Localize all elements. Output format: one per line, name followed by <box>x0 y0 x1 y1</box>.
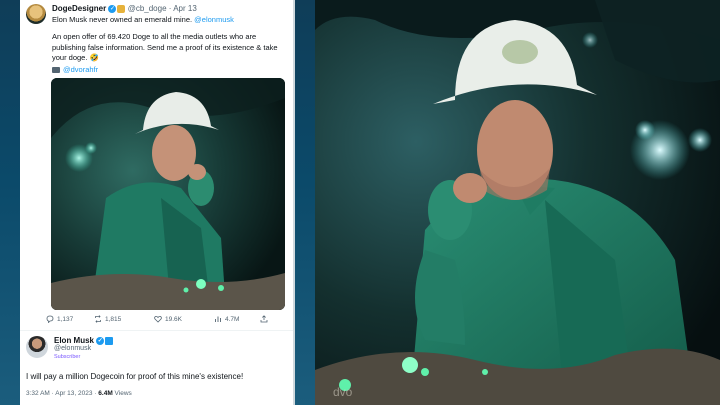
tweet-actions: 1,137 1,815 19.6K 4.7M <box>46 315 284 325</box>
tweet-text: I will pay a million Dogecoin for proof … <box>26 372 244 381</box>
headline-text: Elon Musk never owned an emerald mine. <box>52 15 193 24</box>
reply-button[interactable]: 1,137 <box>46 315 73 323</box>
separator: · <box>168 4 172 13</box>
divider <box>20 330 295 331</box>
tweet-text: An open offer of 69.420 Doge to all the … <box>52 32 278 62</box>
verified-check-icon: ✓ <box>96 336 105 345</box>
mention-link[interactable]: @elonmusk <box>194 15 234 24</box>
retweet-button[interactable]: 1,815 <box>94 315 121 323</box>
card-border <box>293 0 295 405</box>
views-count: 6.4M <box>98 390 113 397</box>
handle[interactable]: @cb_doge <box>128 4 167 13</box>
reply-icon <box>46 315 54 323</box>
avatar[interactable] <box>26 336 48 358</box>
tweet-headline: Elon Musk never owned an emerald mine. @… <box>52 15 292 24</box>
handle[interactable]: @elonmusk <box>54 345 91 352</box>
org-badge-icon <box>105 336 114 345</box>
image-credit-link[interactable]: @dvorahfr <box>63 65 98 74</box>
gold-badge-icon <box>117 4 126 13</box>
camera-icon <box>52 67 60 74</box>
like-button[interactable]: 19.6K <box>154 315 182 323</box>
tweet-date[interactable]: Apr 13 <box>173 4 197 13</box>
avatar[interactable] <box>26 4 46 24</box>
heart-icon <box>154 315 162 323</box>
retweet-icon <box>95 315 101 323</box>
enlarged-photo: dvo <box>315 0 720 405</box>
display-name[interactable]: Elon Musk <box>54 336 94 345</box>
tweet-image[interactable] <box>51 78 285 310</box>
tweet-card: DogeDesigner ✓ @cb_doge · Apr 13 Elon Mu… <box>20 0 295 405</box>
views-button[interactable]: 4.7M <box>214 315 239 323</box>
reply-count: 1,137 <box>57 315 74 323</box>
verified-check-icon: ✓ <box>108 4 117 13</box>
image-credit[interactable]: @dvorahfr <box>52 65 98 74</box>
retweet-count: 1,815 <box>105 315 122 323</box>
views-label: Views <box>114 390 132 397</box>
display-name[interactable]: DogeDesigner <box>52 4 106 13</box>
author-name[interactable]: Elon Musk ✓ <box>54 336 114 345</box>
view-count: 4.7M <box>225 315 240 323</box>
tweet-header: DogeDesigner ✓ @cb_doge · Apr 13 <box>52 4 292 13</box>
like-count: 19.6K <box>165 315 182 323</box>
photo-signature: dvo <box>333 385 353 399</box>
share-icon <box>260 315 268 323</box>
timestamp[interactable]: 3:32 AM · Apr 13, 2023 · <box>26 390 96 397</box>
share-button[interactable] <box>260 315 268 323</box>
subscriber-badge[interactable]: Subscriber <box>54 354 80 360</box>
screenshot-stage: DogeDesigner ✓ @cb_doge · Apr 13 Elon Mu… <box>0 0 720 405</box>
tweet-meta: 3:32 AM · Apr 13, 2023 · 6.4M Views <box>26 390 294 397</box>
chart-icon <box>215 316 221 322</box>
